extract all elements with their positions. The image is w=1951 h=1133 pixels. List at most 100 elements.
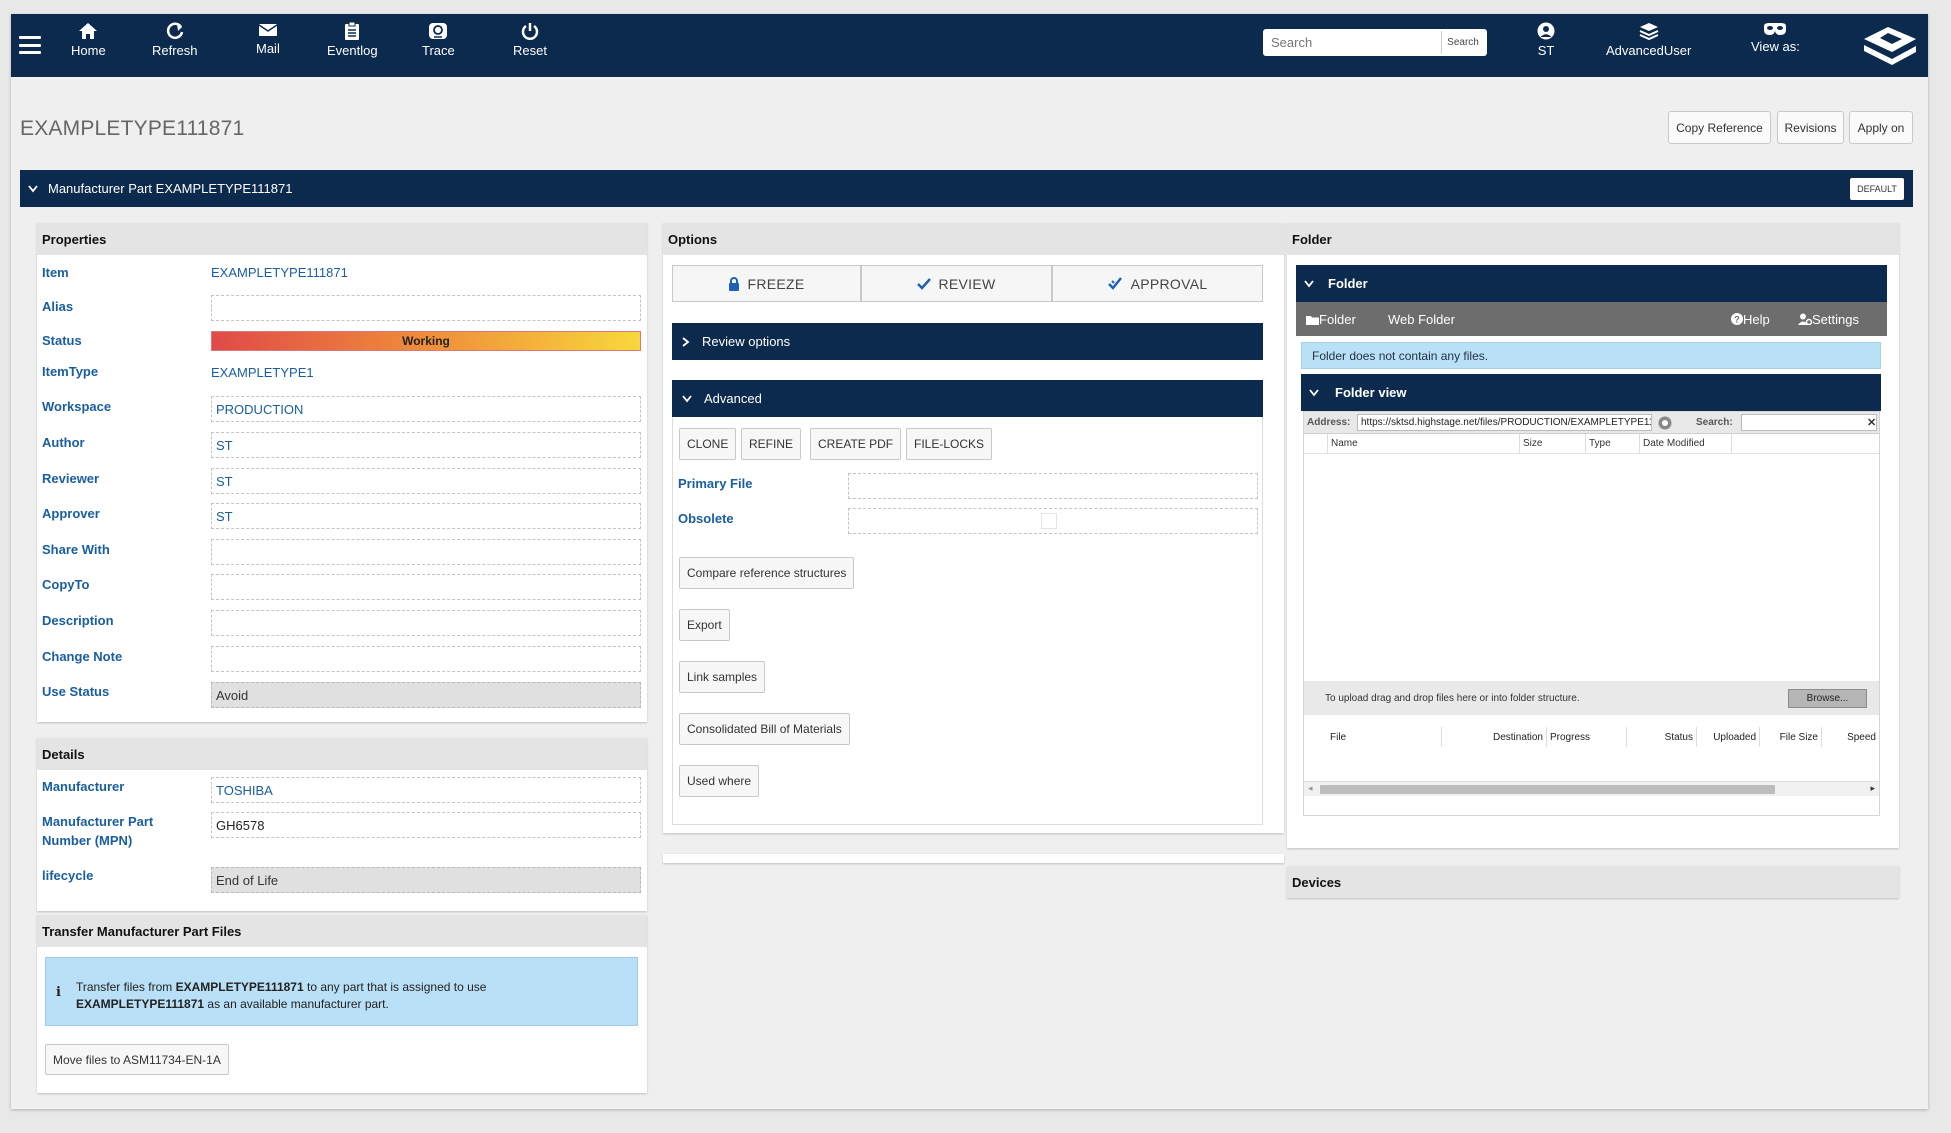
go-icon[interactable] [1658, 416, 1672, 430]
clone-button[interactable]: CLONE [679, 428, 737, 460]
refine-button[interactable]: REFINE [741, 428, 802, 460]
review-options-header[interactable]: Review options [672, 323, 1263, 360]
help-button[interactable]: ? Help [1731, 312, 1770, 327]
nav-home-label: Home [71, 43, 106, 58]
column-name[interactable]: Name [1328, 434, 1520, 453]
description-field[interactable] [211, 610, 641, 636]
folder-icon [1306, 316, 1319, 325]
settings-button[interactable]: Settings [1798, 312, 1859, 327]
compare-structures-button[interactable]: Compare reference structures [679, 557, 855, 589]
svg-text:?: ? [1734, 315, 1740, 325]
upload-col-uploaded: Uploaded [1697, 727, 1760, 747]
address-input[interactable]: https://sktsd.highstage.net/files/PRODUC… [1357, 414, 1652, 431]
upload-hint: To upload drag and drop files here or in… [1325, 693, 1580, 704]
use-status-field[interactable]: Avoid [211, 682, 641, 708]
change-note-field[interactable] [211, 646, 641, 672]
folder-view-header[interactable]: Folder view [1301, 374, 1881, 411]
browse-button[interactable]: Browse... [1788, 689, 1867, 708]
view-as-button[interactable]: View as: [1751, 22, 1800, 54]
mail-icon [258, 24, 278, 36]
power-icon [521, 23, 539, 40]
nav-eventlog-button[interactable]: Eventlog [327, 22, 378, 58]
column-size[interactable]: Size [1520, 434, 1586, 453]
upload-dropzone[interactable]: To upload drag and drop files here or in… [1304, 681, 1879, 715]
approval-button[interactable]: APPROVAL [1052, 265, 1263, 302]
manufacturer-field[interactable]: TOSHIBA [211, 777, 641, 803]
item-link[interactable]: EXAMPLETYPE111871 [211, 265, 348, 280]
nav-reset-button[interactable]: Reset [513, 22, 547, 58]
property-label: Reviewer [42, 471, 100, 486]
upload-col-file-size: File Size [1760, 727, 1822, 747]
search-input[interactable] [1263, 29, 1441, 56]
horizontal-scrollbar[interactable]: ◂ ▸ [1304, 781, 1879, 796]
upload-col-status: Status [1627, 727, 1697, 747]
nav-home-button[interactable]: Home [71, 22, 106, 58]
property-label: Description [42, 613, 114, 628]
folder-header: Folder [1287, 223, 1899, 255]
share-with-field[interactable] [211, 539, 641, 565]
nav-refresh-button[interactable]: Refresh [152, 22, 198, 58]
web-folder-tab[interactable]: Web Folder [1388, 312, 1455, 327]
create-pdf-button[interactable]: CREATE PDF [810, 428, 902, 460]
primary-file-label: Primary File [678, 476, 753, 491]
default-layout-button[interactable]: DEFAULT [1850, 178, 1904, 200]
folder-tab[interactable]: Folder [1306, 312, 1356, 327]
folder-search-input[interactable] [1741, 414, 1877, 431]
review-button[interactable]: REVIEW [861, 265, 1052, 302]
file-locks-button[interactable]: FILE-LOCKS [906, 428, 993, 460]
options-panel: Options FREEZE REVIEW APPROVAL Review op… [663, 223, 1284, 833]
user-menu-button[interactable]: ST [1537, 22, 1555, 58]
link-samples-button[interactable]: Link samples [679, 661, 766, 693]
detail-label: Manufacturer [42, 779, 125, 794]
nav-mail-button[interactable]: Mail [256, 22, 280, 56]
search-button[interactable]: Search [1441, 31, 1484, 54]
reviewer-field[interactable]: ST [211, 468, 641, 494]
used-where-button[interactable]: Used where [679, 765, 760, 797]
move-files-button[interactable]: Move files to ASM11734-EN-1A [45, 1044, 229, 1075]
approver-field[interactable]: ST [211, 503, 641, 529]
column-type[interactable]: Type [1586, 434, 1640, 453]
app-frame: Home Refresh Mail Eventlog Trace Reset S… [11, 14, 1928, 1109]
author-field[interactable]: ST [211, 432, 641, 458]
upload-col-destination: Destination [1442, 727, 1547, 747]
settings-label: Settings [1812, 312, 1859, 327]
property-label: Workspace [42, 399, 112, 414]
user-icon [1537, 22, 1555, 40]
freeze-button[interactable]: FREEZE [672, 265, 861, 302]
mpn-field[interactable]: GH6578 [211, 812, 641, 838]
column-spacer [1304, 434, 1328, 453]
copy-reference-button[interactable]: Copy Reference [1668, 111, 1771, 144]
advanced-header[interactable]: Advanced [672, 380, 1263, 417]
apply-on-button[interactable]: Apply on [1849, 111, 1913, 144]
transfer-info-suffix: as an available manufacturer part. [204, 997, 389, 1011]
lifecycle-field[interactable]: End of Life [211, 867, 641, 893]
revisions-button[interactable]: Revisions [1777, 111, 1844, 144]
status-badge: Working [211, 331, 641, 351]
primary-file-field[interactable] [848, 473, 1258, 499]
folder-widget-header[interactable]: Folder [1296, 265, 1887, 302]
scrollbar-thumb[interactable] [1320, 785, 1775, 794]
devices-header[interactable]: Devices [1287, 866, 1899, 898]
scroll-right-icon[interactable]: ▸ [1870, 783, 1875, 794]
workspace-field[interactable]: PRODUCTION [211, 396, 641, 422]
transfer-info-box: i Transfer files from EXAMPLETYPE111871 … [45, 957, 638, 1026]
scroll-left-icon[interactable]: ◂ [1308, 783, 1313, 794]
column-date-modified[interactable]: Date Modified [1640, 434, 1732, 453]
copyto-field[interactable] [211, 574, 641, 600]
consolidated-bom-button[interactable]: Consolidated Bill of Materials [679, 713, 850, 745]
role-menu-button[interactable]: AdvancedUser [1606, 22, 1691, 58]
alias-field[interactable] [211, 295, 641, 321]
manufacturer-part-section-header[interactable]: Manufacturer Part EXAMPLETYPE111871 DEFA… [20, 170, 1913, 207]
property-label: Item [42, 265, 69, 280]
properties-header: Properties [37, 223, 647, 255]
obsolete-checkbox[interactable] [1041, 513, 1057, 529]
hamburger-menu-icon[interactable] [19, 34, 41, 56]
clear-search-icon[interactable]: ✕ [1867, 416, 1876, 429]
export-button[interactable]: Export [679, 609, 730, 641]
transfer-info-mid: to any part that is assigned to use [303, 980, 487, 994]
nav-trace-button[interactable]: Trace [422, 22, 455, 58]
nav-eventlog-label: Eventlog [327, 43, 378, 58]
itemtype-link[interactable]: EXAMPLETYPE1 [211, 365, 314, 380]
upload-col-speed: Speed [1847, 731, 1876, 743]
folder-widget-title: Folder [1328, 276, 1368, 291]
